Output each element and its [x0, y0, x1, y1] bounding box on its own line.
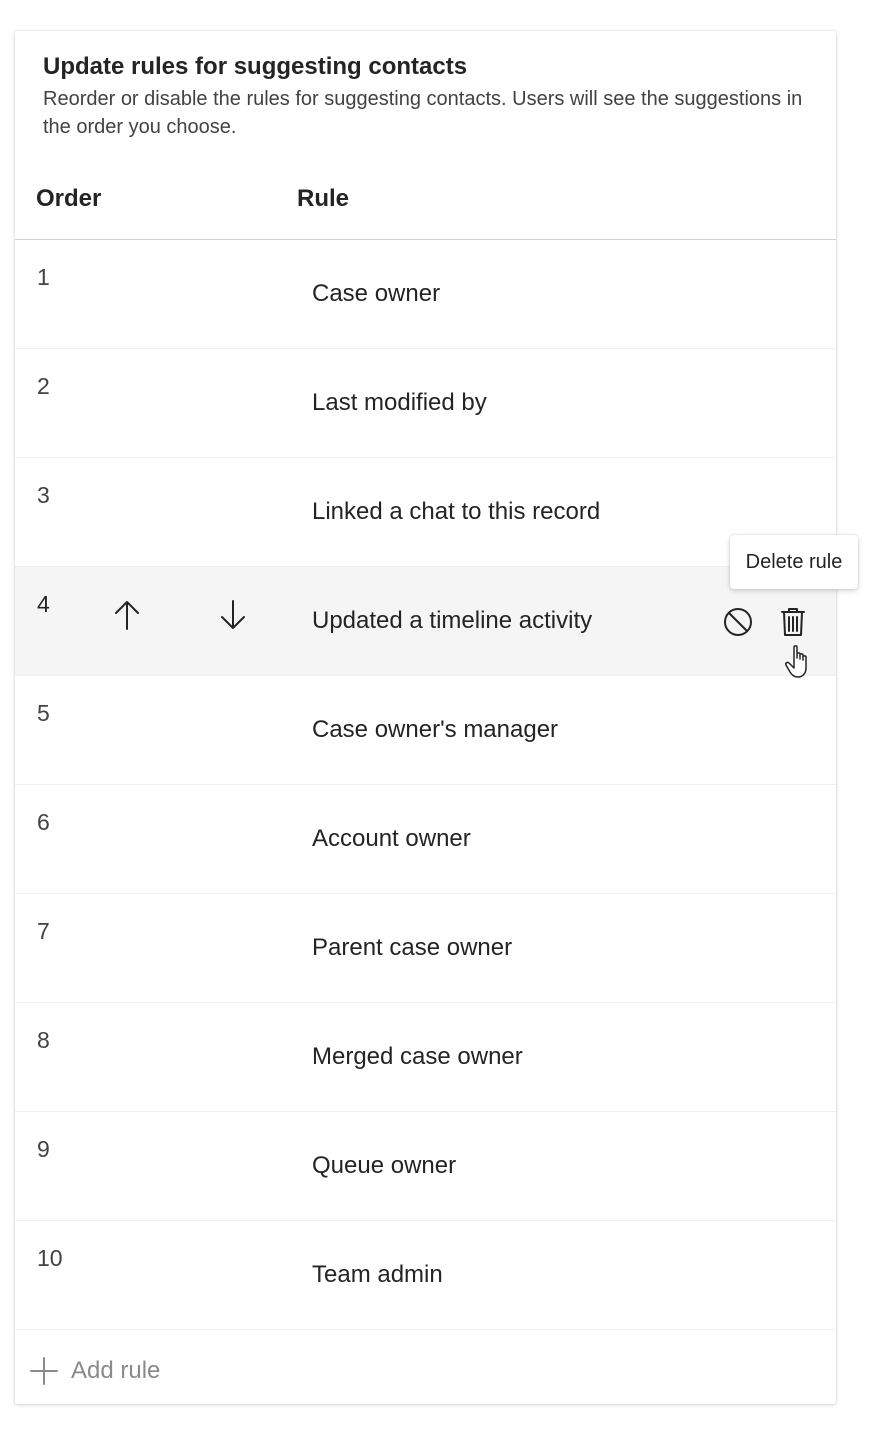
- panel-title: Update rules for suggesting contacts: [43, 53, 468, 80]
- rule-name: Queue owner: [312, 1152, 457, 1179]
- rule-name: Team admin: [312, 1261, 443, 1288]
- plus-icon: [30, 1357, 58, 1385]
- rule-order: 9: [37, 1136, 50, 1162]
- delete-icon: [781, 608, 805, 636]
- rule-name: Last modified by: [312, 389, 487, 416]
- rule-order: 1: [37, 264, 50, 290]
- rule-name: Case owner's manager: [312, 716, 559, 743]
- rule-order: 4: [37, 591, 50, 617]
- add-rule-label: Add rule: [71, 1357, 161, 1384]
- rule-name: Account owner: [312, 825, 471, 852]
- rule-row-hovered[interactable]: 4 Updated a timeline activity: [15, 567, 836, 676]
- rule-order: 3: [37, 482, 50, 508]
- rule-row[interactable]: 2 Last modified by: [15, 349, 836, 458]
- rule-row[interactable]: 6 Account owner: [15, 785, 836, 894]
- move-up-button[interactable]: [107, 595, 147, 635]
- disable-rule-button[interactable]: [718, 602, 758, 642]
- panel-subtitle: Reorder or disable the rules for suggest…: [43, 88, 803, 138]
- rule-order: 2: [37, 373, 50, 399]
- rule-row[interactable]: 5 Case owner's manager: [15, 676, 836, 785]
- move-down-button[interactable]: [213, 595, 253, 635]
- rule-name: Case owner: [312, 280, 441, 307]
- rule-order: 6: [37, 809, 50, 835]
- hand-cursor-icon: [785, 645, 807, 678]
- rule-order: 10: [37, 1245, 63, 1271]
- rule-row[interactable]: 9 Queue owner: [15, 1112, 836, 1221]
- rule-order: 8: [37, 1027, 50, 1053]
- rule-name: Merged case owner: [312, 1043, 523, 1070]
- column-header-order: Order: [36, 185, 102, 212]
- rule-order: 5: [37, 700, 50, 726]
- rule-row[interactable]: 3 Linked a chat to this record: [15, 458, 836, 567]
- column-header-rule: Rule: [297, 185, 350, 212]
- rule-name: Parent case owner: [312, 934, 513, 961]
- rules-panel: Update rules for suggesting contacts Reo…: [15, 31, 836, 1404]
- add-rule-button[interactable]: Add rule: [29, 1349, 160, 1393]
- panel-header: Update rules for suggesting contacts Reo…: [43, 49, 823, 141]
- rule-order: 7: [37, 918, 50, 944]
- rule-row[interactable]: 10 Team admin: [15, 1221, 836, 1330]
- disable-icon: [724, 608, 752, 636]
- rule-row[interactable]: 1 Case owner: [15, 240, 836, 349]
- rules-list: 1 Case owner 2 Last modified by 3 Linked…: [15, 240, 836, 1330]
- column-headers: Order Rule: [15, 171, 836, 240]
- rule-row[interactable]: 7 Parent case owner: [15, 894, 836, 1003]
- rule-row[interactable]: 8 Merged case owner: [15, 1003, 836, 1112]
- delete-rule-tooltip: Delete rule: [730, 535, 858, 589]
- rule-name: Updated a timeline activity: [312, 607, 593, 634]
- arrow-down-icon: [221, 600, 245, 629]
- arrow-up-icon: [115, 601, 139, 630]
- delete-rule-button[interactable]: [773, 602, 813, 642]
- rule-name: Linked a chat to this record: [312, 498, 601, 525]
